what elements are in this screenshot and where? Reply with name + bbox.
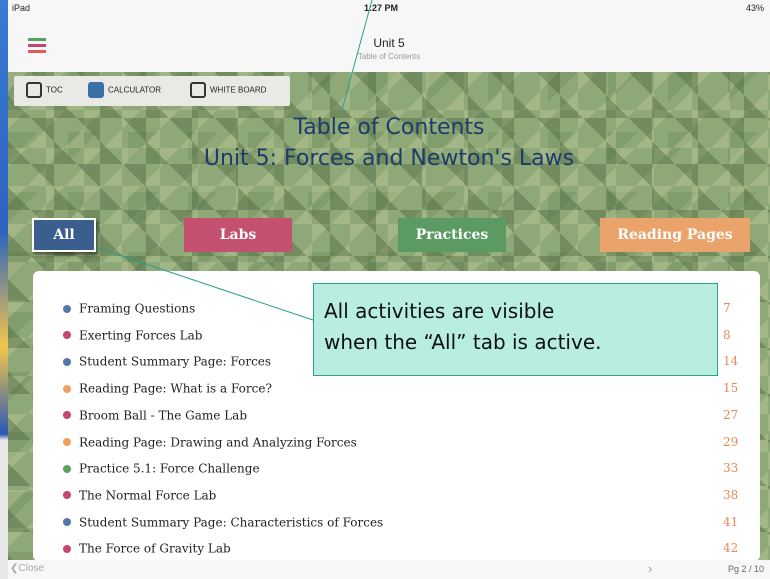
nav-subtitle: Table of Contents: [357, 52, 421, 61]
pencil-icon: [190, 82, 206, 98]
item-page-number: 41: [723, 514, 739, 529]
item-page-number: 33: [723, 461, 739, 476]
tab-labs[interactable]: Labs: [184, 218, 292, 252]
toc-icon: [26, 82, 42, 98]
bullet-icon: [63, 438, 71, 446]
item-name: Broom Ball - The Game Lab: [79, 408, 248, 423]
tab-practices[interactable]: Practices: [398, 218, 506, 252]
bullet-icon: [63, 384, 71, 393]
list-item[interactable]: Practice 5.1: Force Challenge: [63, 461, 260, 479]
list-item[interactable]: Reading Page: What is a Force?: [63, 381, 272, 399]
list-item[interactable]: Exerting Forces Lab: [63, 328, 202, 346]
bullet-icon: [63, 518, 71, 527]
close-button[interactable]: ❮Close: [10, 563, 44, 574]
item-name: Student Summary Page: Characteristics of…: [79, 515, 384, 530]
item-name: Reading Page: What is a Force?: [79, 381, 272, 396]
item-name: Reading Page: Drawing and Analyzing Forc…: [79, 435, 357, 449]
item-name: The Normal Force Lab: [79, 488, 217, 503]
battery-level: 43%: [745, 3, 764, 13]
toolbar: TOC CALCULATOR WHITE BOARD: [14, 76, 290, 106]
annotation-callout: All activities are visible when the “All…: [313, 283, 718, 376]
item-page-number: 38: [723, 487, 739, 502]
list-item[interactable]: Reading Page: Drawing and Analyzing Forc…: [63, 435, 357, 453]
next-page-icon[interactable]: ›: [648, 561, 652, 576]
item-page-number: 15: [723, 381, 739, 396]
list-item[interactable]: Broom Ball - The Game Lab: [63, 408, 247, 426]
bullet-icon: [63, 411, 71, 420]
item-name: Exerting Forces Lab: [79, 328, 203, 343]
list-item[interactable]: The Normal Force Lab: [63, 488, 216, 506]
item-page-number: 7: [723, 301, 731, 315]
toc-button[interactable]: TOC: [26, 82, 63, 100]
bullet-icon: [63, 544, 71, 553]
item-page-number: 8: [723, 327, 731, 342]
device-label: iPad: [12, 3, 31, 13]
calculator-icon: [88, 82, 104, 98]
item-name: Practice 5.1: Force Challenge: [79, 461, 260, 476]
page-title: Table of Contents: [293, 115, 485, 140]
bullet-icon: [63, 491, 71, 500]
list-item[interactable]: Framing Questions: [63, 301, 195, 319]
item-name: Framing Questions: [79, 301, 196, 316]
list-item[interactable]: Student Summary Page: Forces: [63, 354, 271, 372]
unit-title: Unit 5: Forces and Newton's Laws: [203, 146, 575, 171]
item-name: Student Summary Page: Forces: [79, 354, 272, 369]
item-page-number: 14: [723, 354, 739, 369]
list-item[interactable]: The Force of Gravity Lab: [63, 541, 231, 559]
whiteboard-button[interactable]: WHITE BOARD: [190, 82, 266, 100]
tab-all[interactable]: All: [32, 218, 96, 252]
calculator-button[interactable]: CALCULATOR: [88, 82, 161, 100]
status-time: 1:27 PM: [364, 3, 399, 13]
bottom-bar: ❮Close › Pg 2 / 10: [8, 560, 770, 579]
bullet-icon: [63, 331, 71, 340]
callout-line-1: All activities are visible: [324, 299, 555, 323]
item-page-number: 42: [723, 541, 739, 556]
nav-bar: Unit 5 Table of Contents: [8, 16, 770, 73]
item-page-number: 27: [723, 407, 739, 422]
item-page-number: 29: [723, 434, 739, 449]
bullet-icon: [63, 357, 71, 366]
status-bar: iPad 1:27 PM 43%: [8, 0, 770, 16]
list-item[interactable]: Student Summary Page: Characteristics of…: [63, 515, 383, 533]
item-name: The Force of Gravity Lab: [79, 541, 231, 556]
nav-title: Unit 5: [373, 36, 405, 50]
bullet-icon: [63, 304, 71, 313]
callout-line-2: when the “All” tab is active.: [324, 330, 602, 354]
tab-reading-pages[interactable]: Reading Pages: [600, 218, 750, 252]
bullet-icon: [63, 464, 71, 473]
page-indicator: Pg 2 / 10: [727, 564, 764, 574]
